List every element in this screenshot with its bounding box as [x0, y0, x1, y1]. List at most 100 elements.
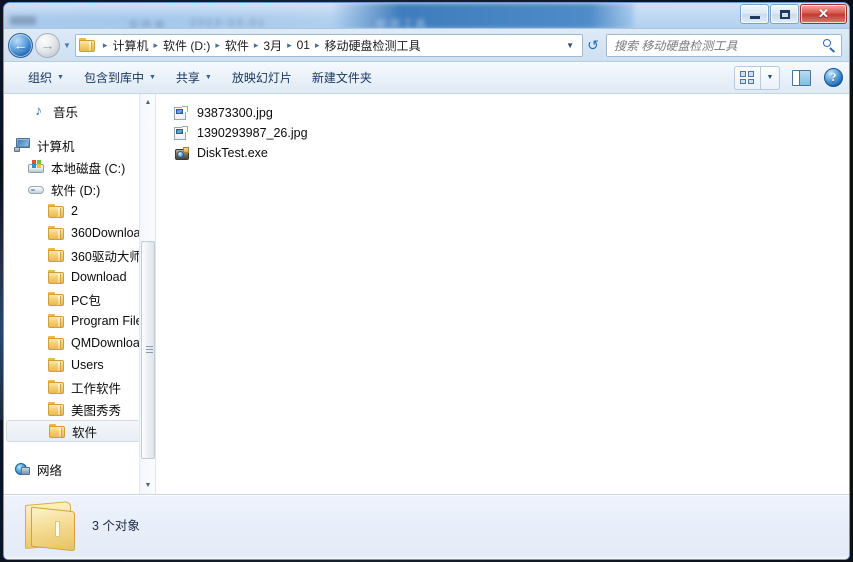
folder-preview-icon — [21, 501, 79, 551]
sidebar-item-meitu[interactable]: 美图秀秀 — [4, 398, 155, 420]
titlebar-ghost-text-b: 2023-03-01 — [190, 17, 266, 29]
sidebar-item-software-selected[interactable]: 软件 — [6, 420, 152, 442]
sidebar-item-local-disk-c[interactable]: 本地磁盘 (C:) — [4, 156, 155, 178]
maximize-icon — [780, 10, 790, 19]
breadcrumb-item-0[interactable]: 计算机 — [108, 35, 152, 56]
chevron-down-icon: ▼ — [767, 74, 774, 81]
list-item[interactable]: DiskTest.exe — [170, 143, 849, 163]
preview-pane-button[interactable] — [792, 70, 811, 86]
sidebar-item-label: 360Download — [71, 226, 147, 240]
history-dropdown-icon[interactable]: ▼ — [63, 41, 71, 50]
titlebar-ghost-block — [10, 16, 36, 25]
toolbar-item-slideshow[interactable]: 放映幻灯片 — [222, 65, 302, 90]
close-icon: ✕ — [818, 6, 829, 22]
navigation-pane-scrollbar[interactable]: ▲ ▼ — [139, 94, 155, 494]
maximize-button[interactable] — [770, 4, 799, 24]
sidebar-item-label: 工作软件 — [71, 378, 121, 397]
titlebar-ghost-text-c: 检测工具 — [376, 16, 428, 29]
folder-icon — [48, 204, 65, 218]
view-mode-group: ▼ — [733, 65, 781, 91]
breadcrumb[interactable]: ▸ 计算机 ▸ 软件 (D:) ▸ 软件 ▸ 3月 ▸ 01 ▸ 移动硬盘检测工… — [75, 34, 583, 57]
system-disk-icon — [28, 160, 45, 174]
sidebar-item-360download[interactable]: 360Download — [4, 222, 155, 244]
sidebar-item-drive-d[interactable]: 软件 (D:) — [4, 178, 155, 200]
address-bar: ← → ▼ ▸ 计算机 ▸ 软件 (D:) ▸ 软件 ▸ 3月 ▸ 01 ▸ 移… — [4, 29, 849, 62]
computer-icon — [14, 138, 31, 152]
scroll-down-icon[interactable]: ▼ — [140, 477, 156, 494]
breadcrumb-folder-icon — [79, 38, 96, 52]
scrollbar-thumb[interactable] — [141, 241, 155, 459]
back-arrow-icon: ← — [14, 37, 28, 53]
sidebar-item-computer[interactable]: 计算机 — [4, 134, 155, 156]
search-placeholder: 搜索 移动硬盘检测工具 — [614, 37, 822, 54]
sidebar-item-2[interactable]: 2 — [4, 200, 155, 222]
sidebar-item-download[interactable]: Download — [4, 266, 155, 288]
close-button[interactable]: ✕ — [800, 4, 847, 24]
drive-icon — [28, 182, 45, 196]
status-bar: 3 个对象 — [4, 494, 849, 556]
toolbar-item-share[interactable]: 共享 ▼ — [166, 65, 222, 90]
sidebar-item-label: Users — [71, 358, 104, 372]
sidebar-item-label: 网络 — [37, 460, 62, 479]
file-name: 1390293987_26.jpg — [197, 126, 308, 140]
toolbar-label-include-in-library: 包含到库中 — [84, 69, 144, 86]
titlebar-ghost-text-a: 文件夹 — [128, 17, 167, 29]
refresh-icon[interactable]: ↺ — [583, 37, 603, 54]
view-mode-dropdown-button[interactable]: ▼ — [761, 66, 780, 90]
image-file-icon — [174, 126, 190, 141]
toolbar-label-share: 共享 — [176, 69, 200, 86]
toolbar-label-slideshow: 放映幻灯片 — [232, 69, 292, 86]
search-input[interactable]: 搜索 移动硬盘检测工具 — [606, 34, 842, 57]
scroll-up-icon[interactable]: ▲ — [140, 94, 156, 111]
sidebar-item-network[interactable]: 网络 — [4, 458, 155, 480]
breadcrumb-separator: ▸ — [286, 40, 293, 51]
sidebar-item-label: 美图秀秀 — [71, 400, 121, 419]
sidebar-item-label: 2 — [71, 204, 78, 218]
toolbar-item-new-folder[interactable]: 新建文件夹 — [302, 65, 382, 90]
chevron-down-icon: ▼ — [57, 74, 64, 81]
sidebar-item-360-driver[interactable]: 360驱动大师目 — [4, 244, 155, 266]
chevron-down-icon: ▼ — [205, 74, 212, 81]
forward-button[interactable]: → — [35, 33, 60, 58]
network-icon — [14, 462, 31, 476]
back-button[interactable]: ← — [8, 33, 33, 58]
list-item[interactable]: 93873300.jpg — [170, 103, 849, 123]
breadcrumb-item-1[interactable]: 软件 (D:) — [159, 35, 214, 56]
explorer-body: ♪ 音乐 计算机 本地磁盘 (C:) — [4, 94, 849, 494]
search-icon[interactable] — [822, 38, 837, 53]
folder-icon — [48, 292, 65, 306]
sidebar-item-qmdownload[interactable]: QMDownload — [4, 332, 155, 354]
sidebar-item-label: Download — [71, 270, 127, 284]
sidebar-item-label: Program Files — [71, 314, 149, 328]
sidebar-item-users[interactable]: Users — [4, 354, 155, 376]
breadcrumb-dropdown-icon[interactable]: ▼ — [560, 41, 580, 50]
sidebar-item-work-software[interactable]: 工作软件 — [4, 376, 155, 398]
breadcrumb-item-4[interactable]: 01 — [293, 36, 314, 54]
toolbar-label-new-folder: 新建文件夹 — [312, 69, 372, 86]
sidebar-item-pc-package[interactable]: PC包 — [4, 288, 155, 310]
list-item[interactable]: 1390293987_26.jpg — [170, 123, 849, 143]
sidebar-item-music[interactable]: ♪ 音乐 — [4, 100, 155, 122]
folder-icon — [48, 380, 65, 394]
breadcrumb-item-2[interactable]: 软件 — [221, 35, 253, 56]
toolbar-item-organize[interactable]: 组织 ▼ — [18, 65, 74, 90]
breadcrumb-separator: ▸ — [214, 40, 221, 51]
breadcrumb-items: ▸ 计算机 ▸ 软件 (D:) ▸ 软件 ▸ 3月 ▸ 01 ▸ 移动硬盘检测工… — [102, 35, 560, 56]
breadcrumb-item-5[interactable]: 移动硬盘检测工具 — [321, 35, 425, 56]
breadcrumb-item-3[interactable]: 3月 — [259, 35, 286, 56]
tree-gap — [4, 442, 155, 458]
folder-icon — [48, 270, 65, 284]
help-button[interactable]: ? — [824, 68, 843, 87]
folder-icon — [48, 358, 65, 372]
window-title-bar[interactable]: 文件夹 2023-03-01 检测工具 ✕ — [4, 3, 849, 29]
toolbar-item-include-in-library[interactable]: 包含到库中 ▼ — [74, 65, 166, 90]
folder-icon — [48, 314, 65, 328]
file-name: 93873300.jpg — [197, 106, 273, 120]
sidebar-item-program-files[interactable]: Program Files — [4, 310, 155, 332]
minimize-button[interactable] — [740, 4, 769, 24]
help-icon: ? — [831, 70, 837, 85]
view-mode-button[interactable] — [734, 66, 761, 90]
file-list[interactable]: 93873300.jpg 1390293987_26.jpg DiskTest.… — [156, 94, 849, 494]
navigation-pane: ♪ 音乐 计算机 本地磁盘 (C:) — [4, 94, 156, 494]
sidebar-item-label: 本地磁盘 (C:) — [51, 158, 125, 177]
